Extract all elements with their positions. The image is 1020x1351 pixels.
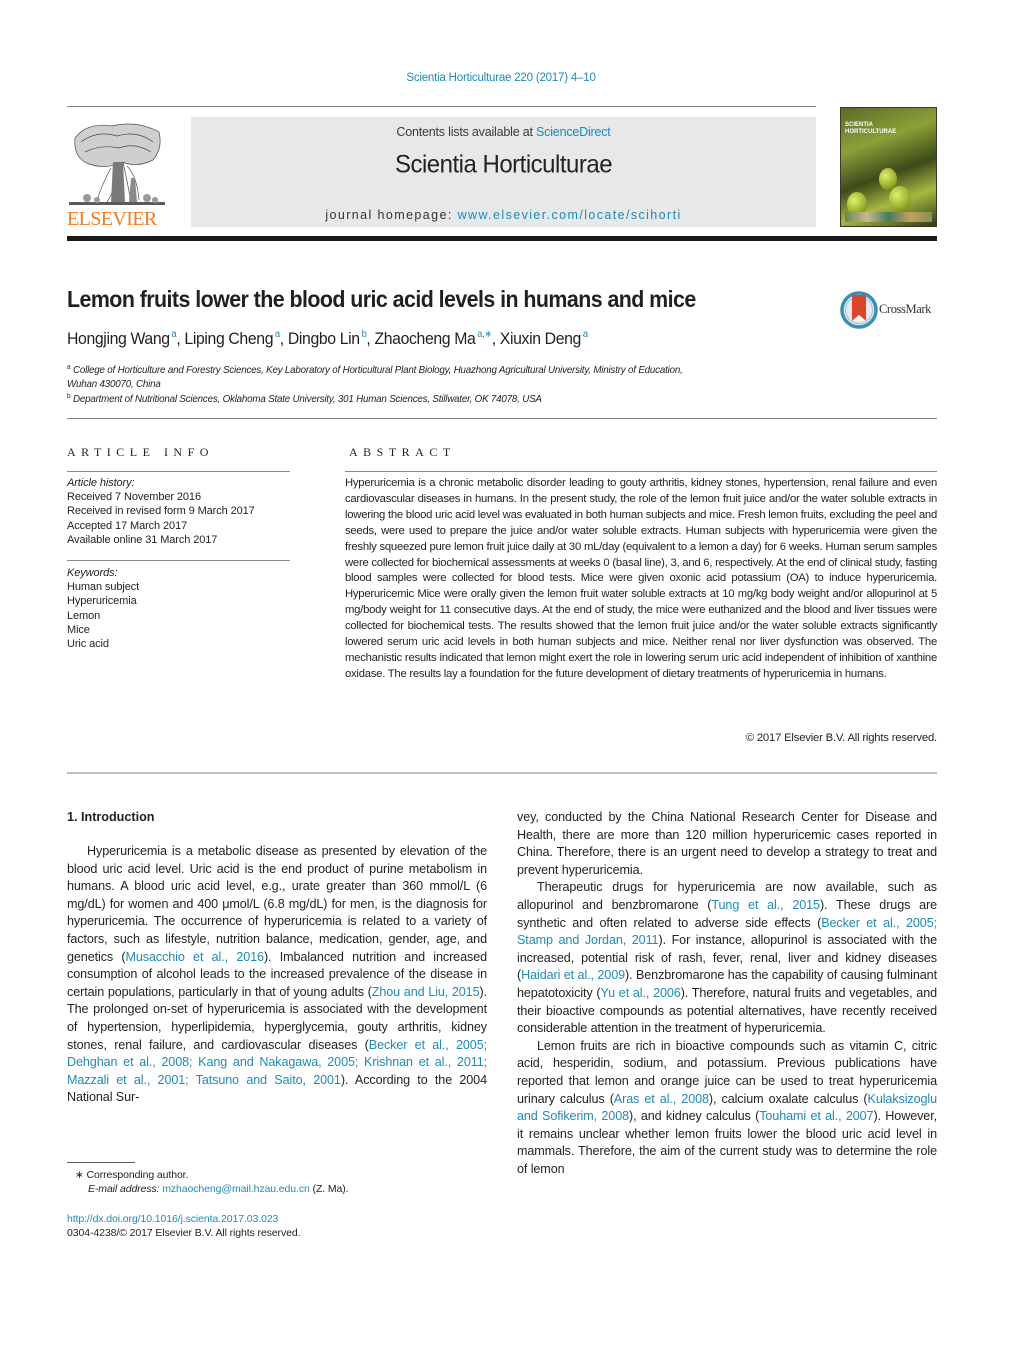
- citation-link[interactable]: Yu et al., 2006: [601, 986, 681, 1000]
- article-title: Lemon fruits lower the blood uric acid l…: [67, 286, 696, 312]
- elsevier-wordmark: ELSEVIER: [67, 208, 157, 230]
- section-divider: [67, 418, 937, 419]
- article-info-heading: ARTICLE INFO: [67, 445, 214, 459]
- author[interactable]: Liping Cheng a: [184, 329, 280, 348]
- footnote-rule: [67, 1162, 135, 1163]
- journal-reference-link[interactable]: Scientia Horticulturae 220 (2017) 4–10: [406, 72, 596, 84]
- affiliation-text: College of Horticulture and Forestry Sci…: [72, 364, 683, 376]
- cover-title: SCIENTIA HORTICULTURAE: [845, 122, 896, 136]
- journal-reference[interactable]: Scientia Horticulturae 220 (2017) 4–10: [0, 72, 1002, 84]
- email-link[interactable]: mzhaocheng@mail.hzau.edu.cn: [162, 1183, 310, 1195]
- affiliation-a: a College of Horticulture and Forestry S…: [67, 361, 683, 391]
- abstract-text: Hyperuricemia is a chronic metabolic dis…: [345, 477, 937, 680]
- author-name[interactable]: Zhaocheng Ma: [374, 329, 475, 348]
- keywords-rule: [67, 560, 290, 561]
- body-divider: [67, 772, 937, 774]
- author-name[interactable]: Liping Cheng: [184, 329, 273, 348]
- history-revised: Received in revised form 9 March 2017: [67, 505, 255, 518]
- issn-copyright: 0304-4238/© 2017 Elsevier B.V. All right…: [67, 1227, 301, 1239]
- corresponding-author-note: ∗ Corresponding author.: [75, 1169, 189, 1181]
- paragraph: vey, conducted by the China National Res…: [517, 810, 937, 877]
- cover-olive: [889, 186, 911, 212]
- citation-link[interactable]: Touhami et al., 2007: [759, 1109, 873, 1123]
- author[interactable]: Hongjing Wang a: [67, 329, 177, 348]
- top-rule: [67, 106, 816, 107]
- doi-line: http://dx.doi.org/10.1016/j.scienta.2017…: [67, 1212, 278, 1226]
- text-run: ), and kidney calculus (: [629, 1109, 760, 1124]
- homepage-prefix: journal homepage:: [325, 208, 458, 222]
- text-run: Hyperuricemia is a metabolic disease as …: [67, 844, 487, 964]
- history-accepted: Accepted 17 March 2017: [67, 519, 188, 532]
- author-list: Hongjing Wang a, Liping Cheng a, Dingbo Li…: [67, 329, 588, 348]
- journal-cover-image[interactable]: SCIENTIA HORTICULTURAE: [840, 107, 937, 227]
- abstract-copyright: © 2017 Elsevier B.V. All rights reserved…: [745, 732, 937, 744]
- abstract-rule: [345, 471, 937, 472]
- affiliation-label: b: [67, 393, 71, 400]
- author[interactable]: Dingbo Lin b: [288, 329, 367, 348]
- cover-title-line-2: HORTICULTURAE: [845, 129, 897, 135]
- affiliation-mark[interactable]: a: [583, 329, 588, 340]
- affiliation-b: b Department of Nutritional Sciences, Ok…: [67, 390, 542, 406]
- citation-link[interactable]: Haidari et al., 2009: [521, 968, 625, 982]
- contents-prefix: Contents lists available at: [396, 125, 537, 139]
- affiliation-text: Wuhan 430070, China: [67, 378, 161, 390]
- body-column-left: Hyperuricemia is a metabolic disease as …: [67, 843, 487, 1107]
- keyword: Human subject: [67, 581, 140, 594]
- sciencedirect-link[interactable]: ScienceDirect: [536, 125, 611, 139]
- doi-link[interactable]: http://dx.doi.org/10.1016/j.scienta.2017…: [67, 1213, 278, 1225]
- author-name[interactable]: Dingbo Lin: [288, 329, 360, 348]
- article-history-label: Article history:: [67, 477, 135, 489]
- contents-line: Contents lists available at ScienceDirec…: [191, 125, 816, 139]
- abstract-heading: ABSTRACT: [349, 445, 456, 459]
- citation-link[interactable]: Aras et al., 2008: [614, 1092, 709, 1106]
- keyword: Mice: [67, 623, 90, 636]
- author-name[interactable]: Hongjing Wang: [67, 329, 170, 348]
- author-name[interactable]: Xiuxin Deng: [500, 329, 582, 348]
- affiliation-mark[interactable]: a: [275, 329, 280, 340]
- affiliation-text: Department of Nutritional Sciences, Okla…: [72, 393, 542, 405]
- journal-homepage-link[interactable]: www.elsevier.com/locate/scihorti: [458, 208, 682, 222]
- citation-link[interactable]: Zhou and Liu, 2015: [372, 985, 480, 999]
- header-divider: [67, 236, 937, 241]
- crossmark-icon: [840, 291, 878, 329]
- article-info-rule: [67, 471, 290, 472]
- author[interactable]: Xiuxin Deng a: [500, 329, 588, 348]
- body-column-right: vey, conducted by the China National Res…: [517, 809, 937, 1178]
- elsevier-tree-icon: [69, 123, 165, 205]
- affiliation-mark[interactable]: a,∗: [477, 329, 492, 340]
- elsevier-logo[interactable]: ELSEVIER: [67, 116, 167, 230]
- affiliation-label: a: [67, 364, 71, 371]
- history-received: Received 7 November 2016: [67, 491, 201, 504]
- keywords: Keywords: Human subject Hyperuricemia Le…: [67, 566, 139, 651]
- paragraph: Hyperuricemia is a metabolic disease as …: [67, 843, 487, 1107]
- paragraph: Therapeutic drugs for hyperuricemia are …: [517, 879, 937, 1037]
- citation-link[interactable]: Tung et al., 2015: [711, 898, 820, 912]
- email-suffix: (Z. Ma).: [309, 1183, 349, 1195]
- crossmark-badge[interactable]: CrossMark: [840, 290, 940, 330]
- keyword: Uric acid: [67, 638, 109, 651]
- keyword: Hyperuricemia: [67, 595, 137, 608]
- citation-link[interactable]: Musacchio et al., 2016: [125, 950, 264, 964]
- affiliation-mark[interactable]: a: [172, 329, 177, 340]
- keywords-label: Keywords:: [67, 567, 118, 579]
- history-online: Available online 31 March 2017: [67, 533, 218, 546]
- homepage-line: journal homepage: www.elsevier.com/locat…: [191, 208, 816, 222]
- journal-name: Scientia Horticulturae: [394, 150, 613, 179]
- section-heading-introduction: 1. Introduction: [67, 810, 155, 824]
- cover-strip: [845, 212, 932, 222]
- article-history: Article history: Received 7 November 201…: [67, 476, 255, 547]
- crossmark-label: CrossMark: [879, 302, 931, 316]
- keyword: Lemon: [67, 609, 101, 622]
- email-note: E-mail address: mzhaocheng@mail.hzau.edu…: [88, 1182, 349, 1196]
- affiliation-mark[interactable]: b: [362, 329, 367, 340]
- cover-title-line-1: SCIENTIA: [845, 122, 874, 128]
- author[interactable]: Zhaocheng Ma a,∗: [374, 329, 492, 348]
- email-label: E-mail address:: [88, 1183, 163, 1195]
- text-run: ), calcium oxalate calculus (: [708, 1091, 868, 1106]
- journal-banner: Contents lists available at ScienceDirec…: [191, 117, 816, 227]
- paragraph: Lemon fruits are rich in bioactive compo…: [517, 1038, 937, 1179]
